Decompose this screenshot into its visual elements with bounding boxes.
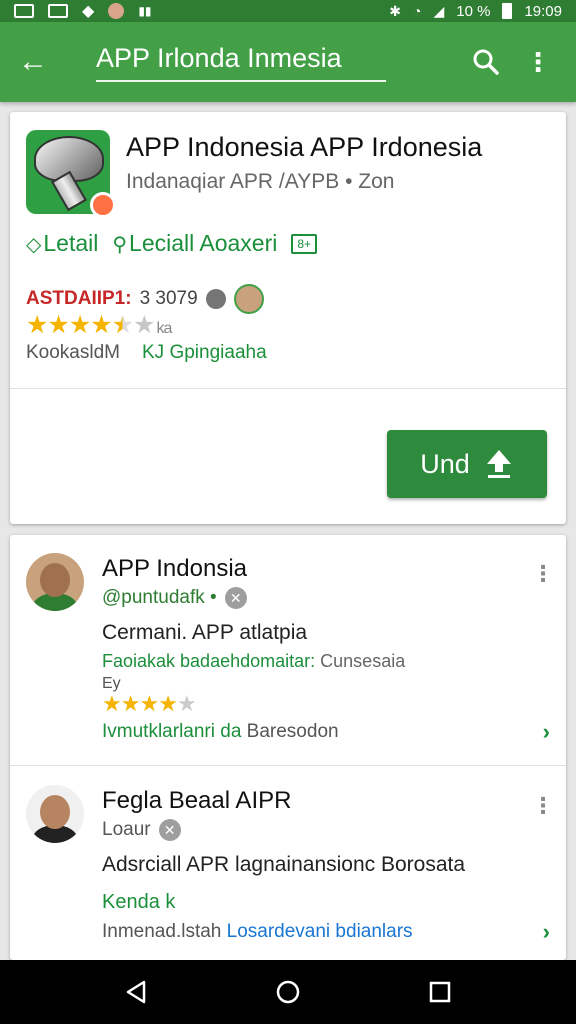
review-footer: Ivmutklarlanri da Baresodon — [102, 721, 339, 743]
reviewer-avatar — [26, 785, 84, 843]
verified-icon: ✕ — [224, 587, 247, 609]
app-title: APP Indonesia APP Irdonesia — [126, 132, 483, 162]
rating-count: 3 3079 — [139, 288, 198, 309]
app-tags: ◇Letail ⚲Leciall Aoaxeri 8+ — [26, 230, 318, 257]
tag-editors-label: Leciall Aoaxeri — [129, 230, 278, 256]
status-notifications: ◆ ▮▮ — [14, 1, 152, 21]
half-star-icon: ★ — [176, 691, 197, 716]
app-badge-icon — [90, 192, 116, 218]
reviewer-avatar — [233, 284, 264, 314]
install-button[interactable]: Und — [387, 430, 547, 498]
search-query-field[interactable]: APP Irlonda Inmesia — [96, 43, 386, 82]
reviews-card: APP Indonsia @puntudafk • ✕ ⋮ Cermani. A… — [10, 535, 566, 960]
reviewer-handle: Loaur ✕ — [102, 819, 181, 841]
reviewer-handle: @puntudafk • ✕ — [102, 587, 247, 609]
overflow-menu-icon[interactable]: ⋮ — [518, 42, 558, 82]
cell-signal-icon: ◢ — [433, 2, 445, 19]
notification-icon — [14, 4, 34, 18]
install-button-label: Und — [420, 448, 470, 479]
review-body-green: Kenda k — [102, 891, 176, 913]
reviewer-avatar — [26, 553, 84, 611]
meta-row: KookasldM KJ Gpingiaaha — [26, 342, 267, 364]
review-overflow-icon[interactable]: ⋮ — [532, 791, 554, 821]
stars-suffix: ka — [156, 320, 173, 337]
reviewer-name: Fegla Beaal AIPR — [102, 787, 292, 814]
review-item[interactable]: Fegla Beaal AIPR Loaur ✕ ⋮ Adsrciall APR… — [10, 767, 566, 960]
signal-bars-icon: ▮▮ — [138, 4, 152, 18]
nav-recents-icon[interactable] — [420, 972, 460, 1012]
nav-home-icon[interactable] — [268, 972, 308, 1012]
battery-icon — [502, 3, 513, 19]
rating-label: ASTDAIIP1: — [26, 288, 132, 309]
review-item[interactable]: APP Indonsia @puntudafk • ✕ ⋮ Cermani. A… — [10, 535, 566, 765]
review-footer: Inmenad.lstah Losardevani bdianlars — [102, 921, 413, 943]
gallery-icon — [48, 4, 68, 18]
review-footer-green[interactable]: Ivmutklarlanri da — [102, 721, 241, 742]
search-tag-icon: ⚲ — [112, 234, 128, 256]
nav-back-icon[interactable] — [116, 972, 156, 1012]
meta-info: KookasldM — [26, 342, 120, 363]
avatar-head-shape — [40, 795, 70, 829]
search-icon[interactable] — [466, 42, 506, 82]
app-detail-card: APP Indonesia APP Irdonesia Indanaqiar A… — [10, 112, 566, 524]
star-icon: ★ — [120, 691, 141, 716]
review-body-gray: Cunsesaia — [320, 651, 406, 671]
tag-category[interactable]: ◇Letail — [26, 230, 98, 257]
reviewer-name: APP Indonsia — [102, 555, 247, 582]
review-footer-link[interactable]: Losardevani bdianlars — [227, 921, 413, 942]
tag-editors[interactable]: ⚲Leciall Aoaxeri — [112, 230, 277, 257]
app-developer[interactable]: Indanaqiar APR /AYPB • Zon — [126, 170, 394, 194]
divider — [10, 765, 566, 766]
star-icon: ★ — [90, 311, 112, 339]
star-icon: ★ — [26, 311, 48, 339]
half-star-icon: ★ — [111, 311, 134, 339]
back-arrow-icon[interactable]: ← — [18, 47, 62, 77]
rating-stars: ★★★★★★ ka — [26, 310, 173, 340]
star-icon: ★ — [68, 311, 91, 339]
battery-percent: 10 % — [456, 2, 491, 20]
status-system: ✱ ◔ ◢ 10 % 19:09 — [389, 3, 562, 20]
status-bar: ◆ ▮▮ ✱ ◔ ◢ 10 % 19:09 — [0, 0, 576, 22]
review-overflow-icon[interactable]: ⋮ — [532, 559, 554, 589]
meta-link[interactable]: KJ Gpingiaaha — [142, 342, 267, 364]
review-footer-gray: Baresodon — [246, 721, 339, 742]
review-body-green: Faoiakak badaehdomaitar: — [102, 651, 316, 671]
contact-avatar-icon — [108, 3, 125, 19]
review-title: Adsrciall APR lagnainansionc Borosata — [102, 853, 466, 876]
clock: 19:09 — [524, 2, 562, 20]
system-nav-bar — [0, 960, 576, 1024]
star-icon: ★ — [158, 691, 178, 716]
review-body-line: Faoiakak badaehdomaitar: Cunsesaia — [102, 651, 405, 672]
star-icon: ★ — [139, 691, 159, 716]
close-icon: ✕ — [158, 819, 181, 841]
dropbox-icon: ◆ — [82, 3, 95, 20]
upload-arrow-icon — [486, 450, 511, 478]
chevron-right-icon[interactable]: › — [543, 719, 550, 745]
review-footer-gray: Inmenad.lstah — [102, 921, 222, 942]
users-icon — [205, 289, 226, 309]
avatar-head-shape — [40, 563, 70, 597]
bluetooth-icon: ✱ — [389, 2, 401, 19]
star-icon: ★ — [102, 691, 122, 716]
chevron-right-icon[interactable]: › — [543, 919, 550, 945]
app-bar: ← APP Irlonda Inmesia ⋮ — [0, 22, 576, 102]
reviewer-handle-text: Loaur — [102, 819, 151, 840]
tag-icon: ◇ — [26, 234, 42, 256]
reviewer-handle-text: @puntudafk • — [102, 587, 217, 608]
star-icon: ★ — [47, 311, 69, 339]
review-stars: ★★★★★ — [102, 691, 197, 717]
wifi-icon: ◔ — [413, 3, 422, 19]
empty-star-icon: ★ — [133, 311, 155, 339]
age-rating-badge: 8+ — [291, 233, 318, 254]
review-title: Cermani. APP atlatpia — [102, 621, 308, 644]
divider — [10, 388, 566, 389]
tag-category-label: Letail — [43, 230, 99, 256]
